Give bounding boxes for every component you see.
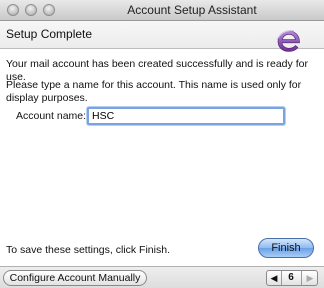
entourage-logo-icon (276, 30, 300, 52)
zoom-window-button[interactable] (43, 4, 55, 16)
footer-bar: Configure Account Manually ◀ 6 ▶ (0, 266, 324, 288)
title-bar: Account Setup Assistant (0, 0, 324, 21)
previous-page-icon[interactable]: ◀ (267, 271, 282, 285)
account-name-label: Account name: (16, 110, 87, 122)
minimize-window-button[interactable] (25, 4, 37, 16)
page-navigator: ◀ 6 ▶ (266, 270, 318, 286)
account-setup-window: Account Setup Assistant Setup Complete Y… (0, 0, 324, 288)
next-page-icon[interactable]: ▶ (301, 271, 318, 285)
page-number: 6 (288, 272, 294, 283)
name-prompt: Please type a name for this account. Thi… (6, 79, 302, 104)
window-title: Account Setup Assistant (127, 3, 257, 17)
save-hint: To save these settings, click Finish. (6, 244, 170, 256)
step-title: Setup Complete (6, 27, 93, 41)
close-window-button[interactable] (7, 4, 19, 16)
finish-button[interactable]: Finish (258, 238, 314, 258)
configure-manually-button[interactable]: Configure Account Manually (3, 270, 147, 286)
account-name-input[interactable] (87, 107, 285, 125)
